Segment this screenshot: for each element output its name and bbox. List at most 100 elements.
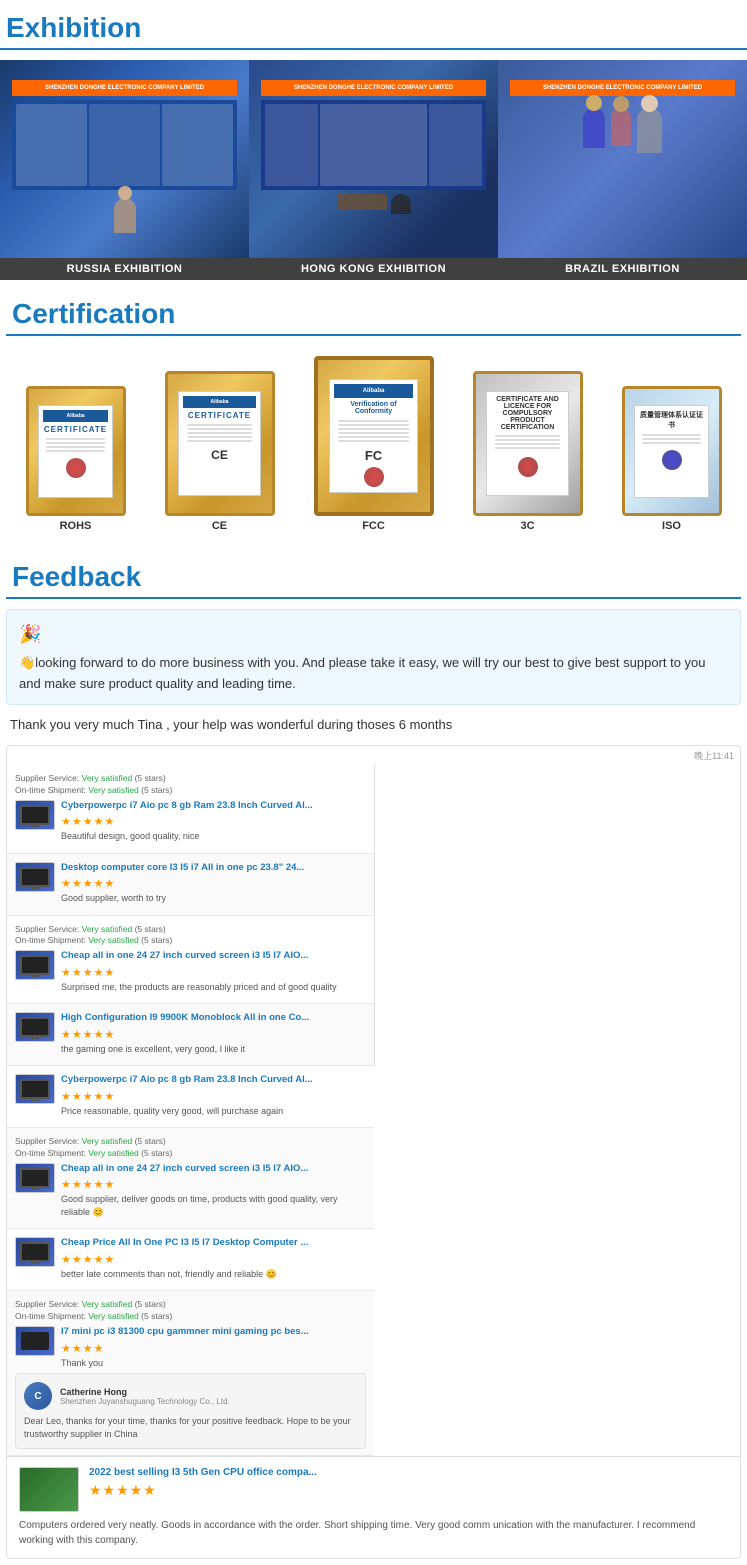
brazil-person-1 [583, 108, 605, 148]
russia-booth-decor: SHENZHEN DONGHE ELECTRONIC COMPANY LIMIT… [12, 80, 236, 238]
review-l3-stars: ★★★★★ [61, 966, 337, 979]
review-l3-thumb [15, 950, 55, 980]
exhibition-title: Exhibition [0, 4, 747, 50]
review-r2-shipment-stars: (5 stars) [141, 1148, 172, 1158]
cert-ce-label: CE [212, 520, 227, 532]
cert-rohs-word: CERTIFICATE [44, 425, 107, 434]
cert-line [338, 440, 410, 442]
reviews-left-col: Supplier Service: Very satisfied (5 star… [7, 765, 374, 1066]
brazil-head-3 [641, 95, 658, 112]
catherine-info: Catherine Hong Shenzhen Juyanshuguang Te… [60, 1387, 230, 1406]
review-full-product: 2022 best selling I3 5th Gen CPU office … [89, 1467, 728, 1478]
brazil-person-3 [637, 108, 662, 153]
review-l2-thumb [15, 862, 55, 892]
cert-ce: Alibaba CERTIFICATE CE CE [165, 371, 275, 532]
hk-table [337, 194, 387, 210]
cert-ce-lines [187, 422, 253, 444]
review-r1-thumb [15, 1074, 55, 1104]
cert-fcc-mark: FC [365, 448, 382, 463]
review-r3-product-area: Cheap Price All In One PC I3 I5 I7 Deskt… [15, 1237, 366, 1280]
review-r4-stars: ★★★★ [61, 1342, 309, 1355]
review-l4-stars: ★★★★★ [61, 1028, 309, 1041]
cert-line [642, 442, 701, 444]
cert-iso-label: ISO [662, 520, 681, 532]
hk-panel-1 [265, 104, 318, 186]
feedback-emoji: 🎉 [19, 620, 728, 649]
review-full-content: 2022 best selling I3 5th Gen CPU office … [89, 1467, 728, 1501]
cert-line [495, 443, 561, 445]
brazil-banner: SHENZHEN DONGHE ELECTRONIC COMPANY LIMIT… [510, 80, 734, 96]
review-left-1: Supplier Service: Very satisfied (5 star… [7, 765, 374, 854]
cert-fcc-image: Alibaba Verification of Conformity FC [314, 356, 434, 516]
review-l1-product-name: Cyberpowerpc i7 Aio pc 8 gb Ram 23.8 Inc… [61, 800, 313, 812]
exhibition-brazil: SHENZHEN DONGHE ELECTRONIC COMPANY LIMIT… [498, 60, 747, 280]
review-l2-monitor [20, 867, 50, 887]
catherine-card: C Catherine Hong Shenzhen Juyanshuguang … [15, 1373, 366, 1449]
wave-emoji: 👋 [19, 655, 35, 670]
cert-line [642, 434, 701, 436]
review-r3-content: Cheap Price All In One PC I3 I5 I7 Deskt… [61, 1237, 308, 1280]
cert-fcc-label: FCC [362, 520, 385, 532]
brazil-people-area [510, 108, 734, 153]
review-l1-text: Beautiful design, good quality, nice [61, 830, 313, 843]
review-l1-supplier: Supplier Service: Very satisfied (5 star… [15, 773, 366, 797]
cert-fcc-subtitle: Verification of Conformity [334, 401, 414, 415]
review-r4-pc [21, 1332, 49, 1350]
review-l2-product-area: Desktop computer core I3 I5 i7 All in on… [15, 862, 366, 905]
feedback-text: looking forward to do more business with… [19, 655, 706, 691]
cert-line [642, 438, 701, 440]
cert-rohs-inner: Alibaba CERTIFICATE [38, 405, 113, 498]
cert-line [495, 447, 561, 449]
hongkong-booth-decor: SHENZHEN DONGHE ELECTRONIC COMPANY LIMIT… [261, 80, 485, 238]
hongkong-image: SHENZHEN DONGHE ELECTRONIC COMPANY LIMIT… [249, 60, 498, 258]
brazil-booth-decor: SHENZHEN DONGHE ELECTRONIC COMPANY LIMIT… [510, 80, 734, 238]
cert-ce-image: Alibaba CERTIFICATE CE [165, 371, 275, 516]
review-l1-service-rating: Very satisfied [82, 773, 133, 783]
review-l1-monitor [20, 805, 50, 825]
russia-panel-1 [16, 104, 87, 186]
cert-iso-lines [642, 432, 701, 446]
cert-fcc-lines [338, 418, 410, 444]
russia-panel-2 [89, 104, 160, 186]
cert-line [338, 428, 410, 430]
cert-fcc-inner: Alibaba Verification of Conformity FC [329, 379, 419, 493]
cert-rohs-label: ROHS [60, 520, 92, 532]
review-l1-stars: ★★★★★ [61, 815, 313, 828]
review-left-2: Desktop computer core I3 I5 i7 All in on… [7, 854, 374, 916]
review-l3-service-rating: Very satisfied [82, 924, 133, 934]
review-r2-monitor [20, 1168, 50, 1188]
review-l3-product-name: Cheap all in one 24 27 inch curved scree… [61, 950, 337, 962]
review-r3-product-name: Cheap Price All In One PC I3 I5 I7 Deskt… [61, 1237, 308, 1249]
brazil-person-2 [611, 108, 631, 146]
review-r3-thumb [15, 1237, 55, 1267]
review-r4-product-name: I7 mini pc i3 81300 cpu gammner mini gam… [61, 1326, 309, 1338]
cert-rohs: Alibaba CERTIFICATE ROHS [26, 386, 126, 532]
hongkong-banner: SHENZHEN DONGHE ELECTRONIC COMPANY LIMIT… [261, 80, 485, 96]
cert-line [338, 432, 410, 434]
review-l3-shipment-stars: (5 stars) [141, 935, 172, 945]
cert-3c-inner: CERTIFICATE AND LICENCE FOR COMPULSORY P… [486, 391, 569, 495]
cert-iso-header: 质量管理体系认证证书 [639, 410, 704, 430]
cert-line [338, 436, 410, 438]
review-full-text: Computers ordered very neatly. Goods in … [19, 1518, 728, 1548]
cert-iso-inner: 质量管理体系认证证书 [634, 405, 709, 498]
review-r2-content: Cheap all in one 24 27 inch curved scree… [61, 1163, 366, 1219]
review-l3-supplier: Supplier Service: Very satisfied (5 star… [15, 924, 366, 948]
cert-3c: CERTIFICATE AND LICENCE FOR COMPULSORY P… [473, 371, 583, 532]
review-l4-monitor [20, 1017, 50, 1037]
hongkong-wall [261, 100, 485, 190]
review-r2-supplier: Supplier Service: Very satisfied (5 star… [15, 1136, 366, 1160]
review-l3-monitor [20, 955, 50, 975]
catherine-message: Dear Leo, thanks for your time, thanks f… [24, 1415, 357, 1440]
review-r1-text: Price reasonable, quality very good, wil… [61, 1105, 313, 1118]
review-l1-thumb [15, 800, 55, 830]
cert-3c-header: CERTIFICATE AND LICENCE FOR COMPULSORY P… [491, 396, 564, 431]
cert-ce-word: CERTIFICATE [188, 411, 251, 420]
russia-image: SHENZHEN DONGHE ELECTRONIC COMPANY LIMIT… [0, 60, 249, 258]
review-r4-shipment-stars: (5 stars) [141, 1311, 172, 1321]
cert-rohs-lines [46, 436, 105, 454]
review-l2-content: Desktop computer core I3 I5 i7 All in on… [61, 862, 304, 905]
russia-person [114, 198, 136, 233]
cert-3c-image: CERTIFICATE AND LICENCE FOR COMPULSORY P… [473, 371, 583, 516]
review-l1-product-area: Cyberpowerpc i7 Aio pc 8 gb Ram 23.8 Inc… [15, 800, 366, 843]
